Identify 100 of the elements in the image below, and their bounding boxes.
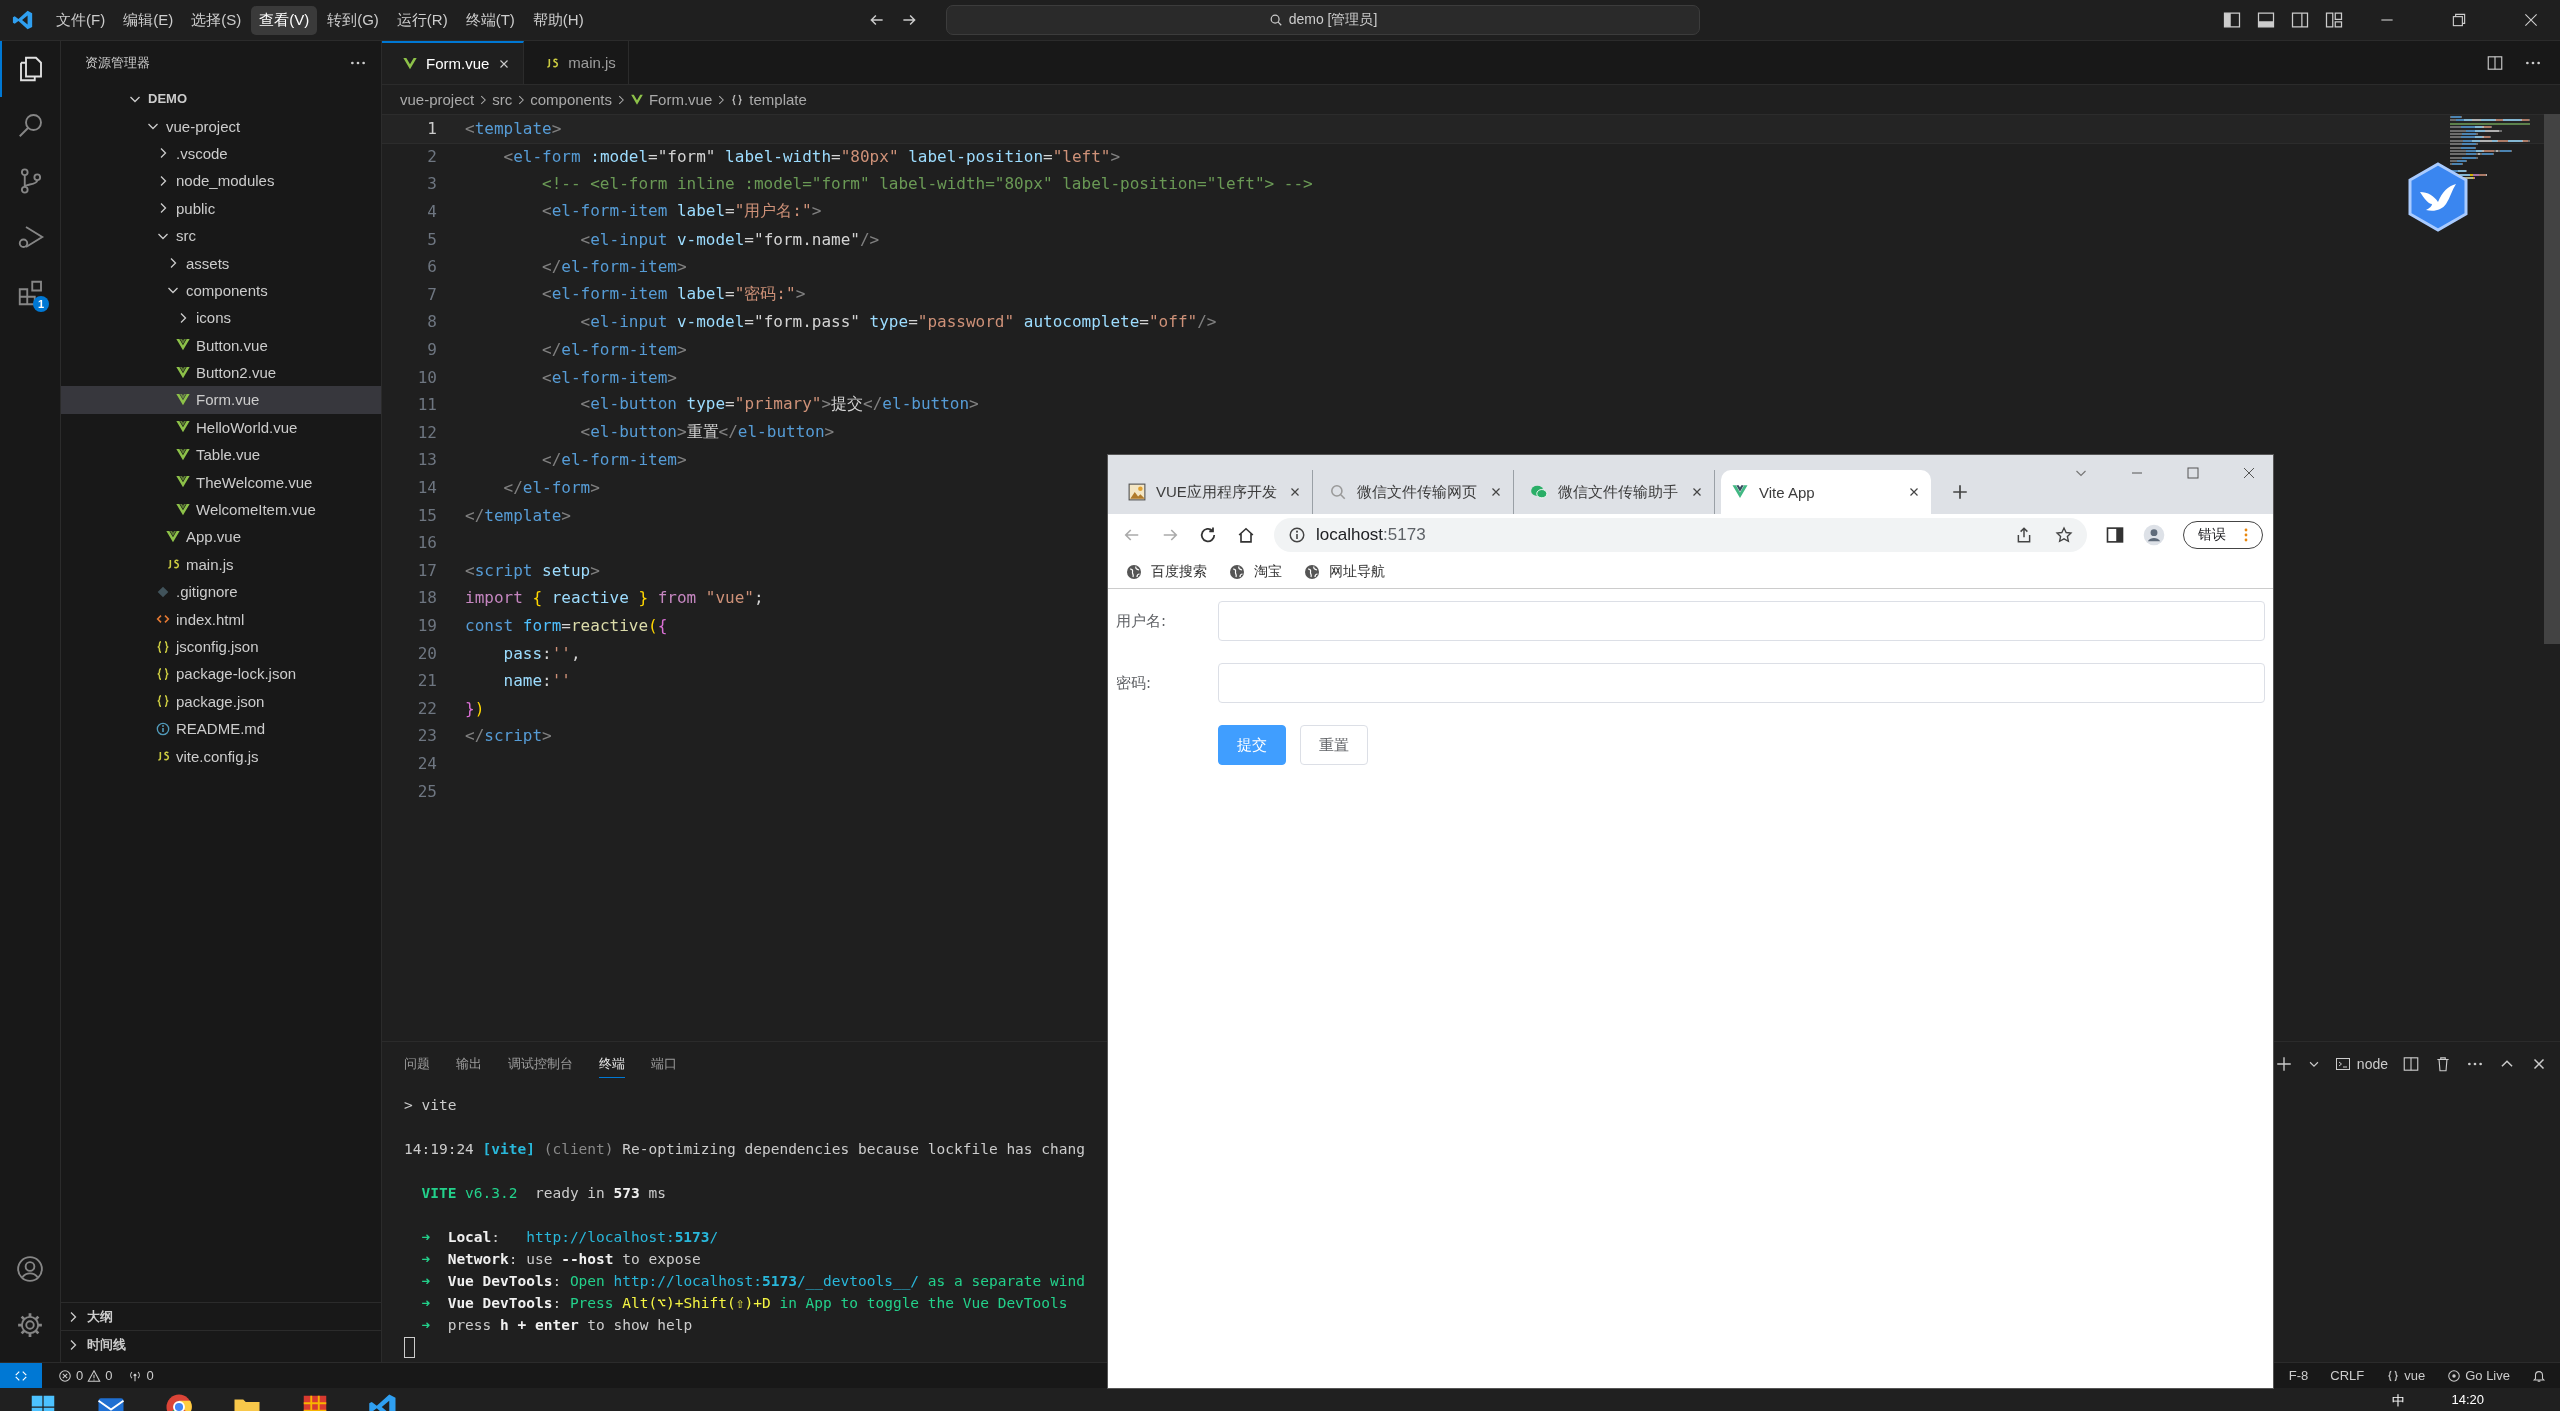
file-tree-item[interactable]: vite.config.js xyxy=(61,742,381,770)
problems-indicator[interactable]: 0 0 xyxy=(58,1368,113,1383)
activity-button[interactable]: 1 xyxy=(0,265,60,321)
split-terminal-icon[interactable] xyxy=(2402,1055,2420,1073)
file-tree-item[interactable]: index.html xyxy=(61,605,381,633)
breadcrumb-item[interactable]: vue-project xyxy=(400,91,475,108)
braces-file-icon xyxy=(155,638,171,655)
menu-item[interactable]: 选择(S) xyxy=(183,5,250,35)
search-icon xyxy=(1329,483,1347,501)
toggle-panel-icon[interactable] xyxy=(2256,10,2276,30)
trash-icon[interactable] xyxy=(2434,1055,2452,1073)
ports-indicator[interactable]: 0 xyxy=(128,1368,154,1383)
file-tree-item[interactable]: Table.vue xyxy=(61,441,381,469)
file-tree-item[interactable]: Form.vue xyxy=(61,386,381,414)
browser-tab[interactable]: VUE应用程序开发 xyxy=(1118,470,1313,514)
settings-icon[interactable] xyxy=(15,1310,45,1340)
toggle-sidebar-icon[interactable] xyxy=(2222,10,2242,30)
panel-tab[interactable]: 调试控制台 xyxy=(508,1050,573,1078)
file-tree-item[interactable]: Button.vue xyxy=(61,331,381,359)
line-number: 4 xyxy=(426,202,437,222)
info-icon[interactable] xyxy=(1288,525,1306,544)
panel-tab[interactable]: 问题 xyxy=(404,1050,430,1078)
menu-item[interactable]: 编辑(E) xyxy=(115,5,182,35)
terminal-selector[interactable]: node xyxy=(2334,1056,2388,1072)
scrollbar[interactable] xyxy=(2544,114,2560,644)
sidebar-section-header[interactable]: 大纲 xyxy=(61,1302,381,1330)
browser-tab[interactable]: 微信文件传输网页 xyxy=(1319,470,1514,514)
file-tree-item[interactable]: README.md xyxy=(61,715,381,743)
editor-tab[interactable]: Form.vue xyxy=(382,41,525,84)
split-editor-icon[interactable] xyxy=(2486,53,2504,72)
restore-icon[interactable] xyxy=(2450,11,2468,29)
file-tree-item[interactable]: .gitignore xyxy=(61,578,381,606)
breadcrumb-item[interactable]: Form.vue xyxy=(629,91,713,108)
status-item[interactable]: vue xyxy=(2386,1368,2426,1383)
menu-item[interactable]: 帮助(H) xyxy=(524,5,592,35)
input-field[interactable] xyxy=(1218,663,2265,703)
file-tree-item[interactable]: public xyxy=(61,194,381,222)
close-icon[interactable] xyxy=(2241,465,2257,481)
input-field[interactable] xyxy=(1218,601,2265,641)
file-tree-item[interactable]: .vscode xyxy=(61,139,381,168)
terminal-icon xyxy=(2334,1056,2351,1072)
file-tree-item[interactable]: vue-project xyxy=(61,112,381,140)
file-tree-item[interactable]: node_modules xyxy=(61,167,381,195)
vue-file-icon xyxy=(175,364,191,381)
file-tree-item[interactable]: WelcomeItem.vue xyxy=(61,495,381,524)
line-number: 18 xyxy=(416,588,437,608)
form-button[interactable]: 重置 xyxy=(1300,725,1368,765)
panel-tab[interactable]: 输出 xyxy=(456,1050,482,1078)
close-icon[interactable] xyxy=(2522,11,2540,29)
new-tab-icon[interactable] xyxy=(1951,483,1969,501)
account-icon[interactable] xyxy=(15,1254,45,1284)
file-tree-item[interactable]: main.js xyxy=(61,550,381,579)
status-item[interactable]: F-8 xyxy=(2288,1368,2309,1383)
file-tree-item[interactable]: Button2.vue xyxy=(61,358,381,387)
share-icon[interactable] xyxy=(2015,525,2033,544)
command-search-field[interactable]: demo [管理员] xyxy=(946,5,1700,35)
input-method-indicator[interactable]: 中 xyxy=(2392,1392,2406,1410)
file-tree-item[interactable]: DEMO xyxy=(61,85,381,113)
bookmark[interactable]: 网址导航 xyxy=(1304,562,1385,581)
breadcrumb-item[interactable]: template xyxy=(730,91,807,108)
code-line: <el-form-item> xyxy=(541,367,677,387)
menu-item[interactable]: 终端(T) xyxy=(457,5,523,35)
menu-item[interactable]: 文件(F) xyxy=(48,5,114,35)
file-tree-item[interactable]: TheWelcome.vue xyxy=(61,468,381,496)
breadcrumb-item[interactable]: components xyxy=(530,91,612,108)
add-icon[interactable] xyxy=(2274,1055,2293,1073)
toggle-secondary-sidebar-icon[interactable] xyxy=(2290,10,2310,30)
file-tree-item[interactable]: App.vue xyxy=(61,523,381,551)
file-tree-item[interactable]: assets xyxy=(61,249,381,277)
address-bar[interactable]: localhost:5173 xyxy=(1274,517,2087,552)
bookmark-star-icon[interactable] xyxy=(2055,525,2073,544)
file-tree-item[interactable]: HelloWorld.vue xyxy=(61,413,381,442)
side-panel-icon[interactable] xyxy=(2105,524,2125,545)
menu-item[interactable]: 查看(V) xyxy=(251,5,318,35)
file-tree-item[interactable]: package.json xyxy=(61,687,381,715)
layout-icon[interactable] xyxy=(2324,10,2344,30)
bird-app-icon[interactable] xyxy=(2406,162,2470,232)
file-tree-item[interactable]: icons xyxy=(61,304,381,332)
sidebar-section-header[interactable]: 时间线 xyxy=(61,1330,381,1358)
browser-tab[interactable]: 微信文件传输助手 xyxy=(1520,470,1715,514)
bookmark[interactable]: 淘宝 xyxy=(1229,562,1282,581)
profile-avatar-icon[interactable] xyxy=(2143,523,2165,546)
status-item[interactable]: Go Live xyxy=(2447,1368,2510,1383)
file-tree-item[interactable]: package-lock.json xyxy=(61,660,381,688)
file-tree-item[interactable]: src xyxy=(61,221,381,250)
file-tree-item[interactable]: components xyxy=(61,276,381,305)
file-tree-item[interactable]: jsconfig.json xyxy=(61,632,381,661)
menu-item[interactable]: 转到(G) xyxy=(319,5,387,35)
breadcrumb-item[interactable]: src xyxy=(492,91,513,108)
panel-tab[interactable]: 终端 xyxy=(599,1050,625,1078)
browser-tab[interactable]: Vite App xyxy=(1721,470,1931,514)
clock[interactable]: 14:20 xyxy=(2451,1392,2484,1410)
bookmark[interactable]: 百度搜索 xyxy=(1126,562,1207,581)
vue-file-icon xyxy=(165,528,181,545)
braces-icon xyxy=(2386,1368,2401,1383)
menu-item[interactable]: 运行(R) xyxy=(388,5,456,35)
status-item[interactable]: CRLF xyxy=(2330,1368,2365,1383)
panel-tab[interactable]: 端口 xyxy=(651,1050,677,1078)
bell-icon[interactable] xyxy=(2532,1368,2546,1383)
editor-tab[interactable]: main.js xyxy=(524,41,629,84)
